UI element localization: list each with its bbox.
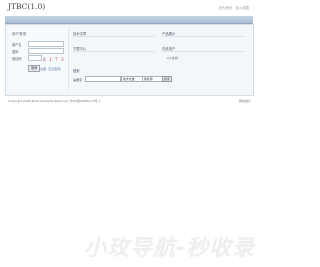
username-label: 用户名 — [12, 43, 22, 47]
section-divider — [162, 36, 246, 37]
forgot-password-link[interactable]: 忘记密码 — [48, 67, 60, 71]
section-divider — [73, 36, 155, 37]
copyright-text: Copyright 2008-2010 All Rights Reserved.… — [8, 99, 101, 103]
main-navbar: 首页 技术文章 产品展示 下载中心 视频频道 在线留言 — [5, 16, 253, 32]
search-button[interactable]: 搜索 — [162, 76, 172, 82]
site-title: JTBC(1.0) — [8, 2, 46, 11]
keyword-input[interactable] — [85, 76, 121, 82]
password-field[interactable] — [28, 48, 64, 54]
captcha-label: 验证码 — [12, 57, 22, 61]
module-select[interactable]: 技术文章 — [121, 76, 143, 82]
top-link-favorite[interactable]: 加入收藏 — [235, 6, 249, 10]
keyword-label: 关键字 — [73, 78, 83, 82]
username-field[interactable] — [28, 41, 64, 47]
login-title: 用户登录 — [12, 32, 27, 36]
captcha-image[interactable]: 8 1 7 3 — [43, 57, 65, 62]
register-link[interactable]: 注册 — [40, 67, 46, 71]
section-search-title: 搜索 — [73, 69, 80, 73]
site-stats-link[interactable]: 网站统计 — [239, 99, 251, 103]
field-select[interactable]: 按标题 — [142, 76, 163, 82]
login-links: 注册 忘记密码 — [40, 66, 63, 71]
content-area: 用户登录 用户名 密码 验证码 8 1 7 3 登录 注册 忘记密码 技术文章 产… — [5, 24, 254, 96]
top-links: 设为首页 加入收藏 — [217, 5, 249, 10]
login-button[interactable]: 登录 — [28, 65, 41, 72]
section-divider — [73, 51, 155, 52]
password-label: 密码 — [12, 50, 19, 54]
login-panel: 用户登录 用户名 密码 验证码 8 1 7 3 登录 注册 忘记密码 — [8, 28, 69, 90]
section-divider — [162, 51, 246, 52]
watermark-logo: 小玫导航-秒收录 — [84, 236, 256, 261]
captcha-field[interactable] — [28, 55, 42, 61]
top-link-homepage[interactable]: 设为首页 — [219, 6, 233, 10]
online-count: 0人在线 — [167, 56, 178, 60]
